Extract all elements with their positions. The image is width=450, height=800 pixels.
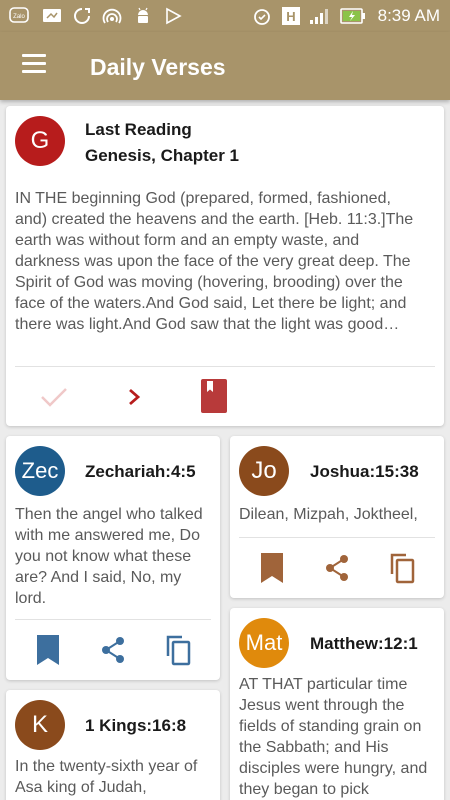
bookmark-icon[interactable] xyxy=(256,550,288,586)
verse-card[interactable]: Mat Matthew:12:1 AT THAT particular time… xyxy=(230,608,444,800)
bookmark-icon[interactable] xyxy=(32,632,64,668)
book-icon[interactable] xyxy=(198,378,230,414)
verse-text: In the twenty-sixth year of Asa king of … xyxy=(15,758,198,796)
zalo-icon: Zalo xyxy=(8,6,30,26)
svg-text:H: H xyxy=(286,9,295,24)
android-icon xyxy=(133,6,153,26)
verse-reference: Zechariah:4:5 xyxy=(85,462,196,481)
divider xyxy=(15,619,211,620)
last-reading-card[interactable]: G Last Reading Genesis, Chapter 1 IN THE… xyxy=(6,106,444,426)
copy-icon[interactable] xyxy=(386,550,418,586)
verse-card[interactable]: Jo Joshua:15:38 Dilean, Mizpah, Joktheel… xyxy=(230,436,444,598)
verse-reference: 1 Kings:16:8 xyxy=(85,716,187,735)
status-bar: Zalo H 8:39 AM xyxy=(0,0,450,32)
sync-icon xyxy=(72,6,92,26)
alarm-icon xyxy=(252,6,272,26)
share-icon[interactable] xyxy=(321,550,353,586)
last-reading-chapter: Genesis, Chapter 1 xyxy=(85,146,240,165)
verse-card[interactable]: Zec Zechariah:4:5 Then the angel who tal… xyxy=(6,436,220,680)
check-icon[interactable] xyxy=(38,379,70,415)
play-icon xyxy=(163,6,183,26)
divider xyxy=(15,366,435,367)
page-title: Daily Verses xyxy=(90,54,226,80)
signal-icon xyxy=(308,6,334,26)
last-reading-text: IN THE beginning God (prepared, formed, … xyxy=(15,190,414,333)
verse-text: Then the angel who talked with me answer… xyxy=(15,506,203,607)
menu-button[interactable] xyxy=(22,54,48,76)
chevron-right-icon[interactable] xyxy=(118,379,150,415)
hotspot-icon xyxy=(102,6,122,26)
verse-text: AT THAT particular time Jesus went throu… xyxy=(239,676,428,798)
app-bar: Daily Verses xyxy=(0,32,450,100)
network-type-icon: H xyxy=(280,6,302,26)
avatar: Zec xyxy=(15,446,65,496)
clock: 8:39 AM xyxy=(377,6,440,25)
avatar: Mat xyxy=(239,618,289,668)
copy-icon[interactable] xyxy=(162,632,194,668)
last-reading-label: Last Reading xyxy=(85,120,192,139)
battery-charging-icon xyxy=(340,6,366,26)
share-icon[interactable] xyxy=(97,632,129,668)
verse-reference: Joshua:15:38 xyxy=(310,462,419,481)
verse-reference: Matthew:12:1 xyxy=(310,634,418,653)
avatar: G xyxy=(15,116,65,166)
screen-icon xyxy=(42,6,62,26)
verse-card[interactable]: K 1 Kings:16:8 In the twenty-sixth year … xyxy=(6,690,220,800)
avatar: K xyxy=(15,700,65,750)
verse-text: Dilean, Mizpah, Joktheel, xyxy=(239,506,418,523)
divider xyxy=(239,537,435,538)
svg-text:Zalo: Zalo xyxy=(13,14,25,20)
avatar: Jo xyxy=(239,446,289,496)
